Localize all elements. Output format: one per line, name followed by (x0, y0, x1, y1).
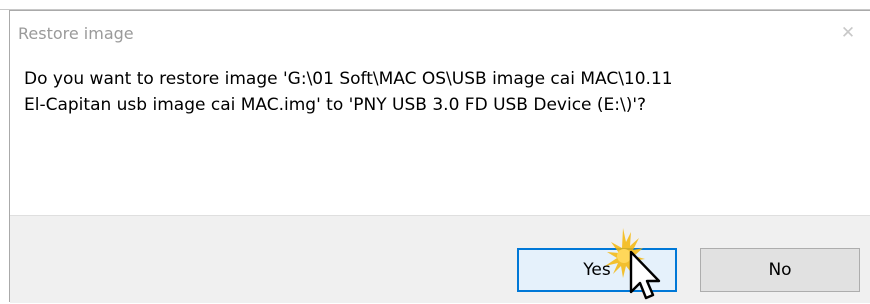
dialog-message: Do you want to restore image 'G:\01 Soft… (24, 66, 844, 118)
dialog-button-bar: Yes No (10, 215, 870, 303)
no-button[interactable]: No (700, 248, 860, 292)
background-window-strip (0, 0, 870, 10)
message-line-2: El-Capitan usb image cai MAC.img' to 'PN… (24, 95, 647, 115)
arrow-cursor-icon (605, 228, 661, 300)
dialog-titlebar[interactable]: Restore image ✕ (10, 11, 870, 57)
message-line-1: Do you want to restore image 'G:\01 Soft… (24, 69, 673, 89)
dialog-title: Restore image (18, 24, 134, 43)
restore-image-dialog: Restore image ✕ Yes No (9, 10, 870, 303)
close-icon[interactable]: ✕ (840, 25, 856, 42)
